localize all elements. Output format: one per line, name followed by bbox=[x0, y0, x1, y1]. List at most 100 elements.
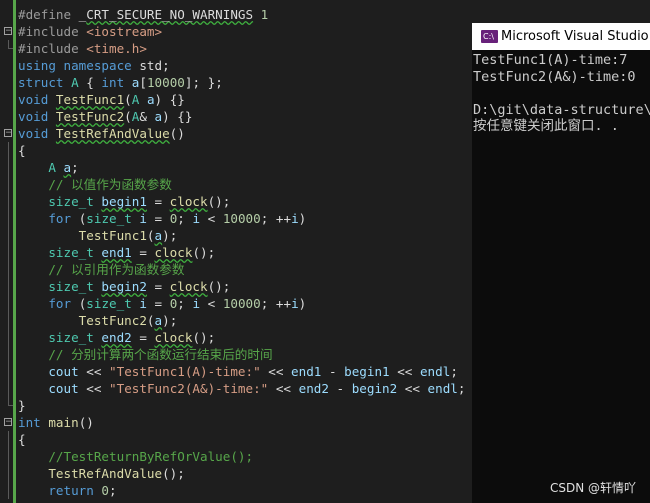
code-line[interactable]: size_t begin1 = clock(); bbox=[0, 193, 472, 210]
code-text: TestRefAndValue(); bbox=[18, 465, 184, 482]
code-token: << bbox=[78, 381, 110, 396]
code-token: ( bbox=[146, 228, 155, 243]
visual-studio-icon-label: C:\ bbox=[483, 32, 494, 41]
code-token: 1 bbox=[260, 7, 269, 22]
code-token: << bbox=[389, 364, 420, 379]
code-token: clock bbox=[169, 194, 208, 209]
code-editor[interactable]: #define _CRT_SECURE_NO_WARNINGS 1− #inclu… bbox=[0, 0, 472, 503]
code-token: TestFunc1 bbox=[55, 92, 125, 107]
code-text: size_t end2 = clock(); bbox=[18, 329, 215, 346]
code-line[interactable]: − int main() bbox=[0, 414, 472, 431]
code-token: ; bbox=[450, 364, 458, 379]
code-line[interactable]: size_t begin2 = clock(); bbox=[0, 278, 472, 295]
code-token: "TestFunc1(A)-time:" bbox=[109, 364, 261, 379]
console-title-bar[interactable]: C:\ Microsoft Visual Studio 调 bbox=[472, 23, 650, 50]
code-text: size_t end1 = clock(); bbox=[18, 244, 215, 261]
code-token: < bbox=[200, 211, 223, 226]
code-line[interactable]: A a; bbox=[0, 159, 472, 176]
code-token: [ bbox=[139, 75, 147, 90]
console-top-strip bbox=[472, 0, 650, 23]
code-token: 10000 bbox=[146, 75, 185, 90]
code-line[interactable]: //TestReturnByRefOrValue(); bbox=[0, 448, 472, 465]
fold-guide-line bbox=[8, 278, 9, 295]
code-token: } bbox=[18, 398, 26, 413]
code-token: a bbox=[63, 160, 72, 175]
code-line[interactable]: for (size_t i = 0; i < 10000; ++i) bbox=[0, 210, 472, 227]
code-line[interactable]: − void TestRefAndValue() bbox=[0, 125, 472, 142]
code-line[interactable]: return 0; bbox=[0, 482, 472, 499]
code-token: size_t bbox=[86, 211, 140, 226]
code-token: (); bbox=[207, 194, 231, 209]
code-token: clock bbox=[154, 330, 193, 345]
code-text: #define _CRT_SECURE_NO_WARNINGS 1 bbox=[18, 6, 268, 23]
code-token: <time.h> bbox=[86, 41, 147, 56]
code-line[interactable]: using namespace std; bbox=[0, 57, 472, 74]
code-line[interactable]: TestFunc2(a); bbox=[0, 312, 472, 329]
code-token: <iostream> bbox=[86, 24, 163, 39]
code-token: end2 bbox=[101, 330, 132, 345]
fold-collapse-icon[interactable]: − bbox=[4, 418, 13, 427]
code-token: TestFunc2 bbox=[78, 313, 147, 328]
fold-collapse-icon[interactable]: − bbox=[4, 27, 13, 36]
code-token: return bbox=[48, 483, 102, 498]
code-line[interactable]: #include <time.h> bbox=[0, 40, 472, 57]
code-line[interactable]: { bbox=[0, 142, 472, 159]
code-token: A bbox=[71, 75, 87, 90]
console-window[interactable]: C:\ Microsoft Visual Studio 调 TestFunc1(… bbox=[472, 0, 650, 503]
code-line[interactable]: TestFunc1(a); bbox=[0, 227, 472, 244]
code-token: A bbox=[48, 160, 64, 175]
code-line[interactable]: // 分别计算两个函数运行结束后的时间 bbox=[0, 346, 472, 363]
code-token: (); bbox=[192, 330, 216, 345]
code-line[interactable]: cout << "TestFunc2(A&)-time:" << end2 - … bbox=[0, 380, 472, 397]
code-token: { bbox=[18, 143, 26, 158]
code-line[interactable]: size_t end1 = clock(); bbox=[0, 244, 472, 261]
code-line[interactable]: { bbox=[0, 431, 472, 448]
watermark: CSDN @轩情吖 bbox=[549, 481, 636, 495]
code-text: // 以值作为函数参数 bbox=[18, 176, 172, 193]
code-line[interactable]: struct A { int a[10000]; }; bbox=[0, 74, 472, 91]
visual-studio-icon: C:\ bbox=[481, 30, 498, 43]
code-token: ; bbox=[71, 160, 79, 175]
code-token: // 以引用作为函数参数 bbox=[48, 262, 185, 277]
fold-guide-line bbox=[8, 159, 9, 176]
code-line[interactable]: void TestFunc2(A& a) {} bbox=[0, 108, 472, 125]
code-lines: #define _CRT_SECURE_NO_WARNINGS 1− #inclu… bbox=[0, 6, 472, 499]
code-line[interactable]: // 以值作为函数参数 bbox=[0, 176, 472, 193]
code-line[interactable]: cout << "TestFunc1(A)-time:" << end1 - b… bbox=[0, 363, 472, 380]
code-line[interactable]: #define _CRT_SECURE_NO_WARNINGS 1 bbox=[0, 6, 472, 23]
code-token: << bbox=[78, 364, 110, 379]
code-token: TestFunc2 bbox=[55, 109, 125, 124]
code-text: using namespace std; bbox=[18, 57, 170, 74]
code-text: // 分别计算两个函数运行结束后的时间 bbox=[18, 346, 272, 363]
console-output-line: D:\git\data-structure\ bbox=[473, 101, 650, 118]
code-text: //TestReturnByRefOrValue(); bbox=[18, 448, 253, 465]
code-token: - bbox=[321, 364, 345, 379]
code-token: std; bbox=[139, 58, 170, 73]
fold-collapse-icon[interactable]: − bbox=[4, 129, 13, 138]
code-token: endl bbox=[419, 364, 451, 379]
code-token: a bbox=[154, 109, 163, 124]
code-token: ; bbox=[109, 483, 117, 498]
code-token: size_t bbox=[48, 194, 102, 209]
code-line[interactable]: TestRefAndValue(); bbox=[0, 465, 472, 482]
code-text: struct A { int a[10000]; }; bbox=[18, 74, 223, 91]
code-line[interactable]: // 以引用作为函数参数 bbox=[0, 261, 472, 278]
code-line[interactable]: for (size_t i = 0; i < 10000; ++i) bbox=[0, 295, 472, 312]
code-line[interactable]: − #include <iostream> bbox=[0, 23, 472, 40]
code-token: ; bbox=[177, 211, 193, 226]
code-line[interactable]: } bbox=[0, 397, 472, 414]
fold-guide-line bbox=[8, 465, 9, 482]
code-line[interactable]: void TestFunc1(A a) {} bbox=[0, 91, 472, 108]
code-line[interactable]: size_t end2 = clock(); bbox=[0, 329, 472, 346]
code-token: CRT_SECURE_NO_WARNINGS bbox=[86, 7, 254, 22]
